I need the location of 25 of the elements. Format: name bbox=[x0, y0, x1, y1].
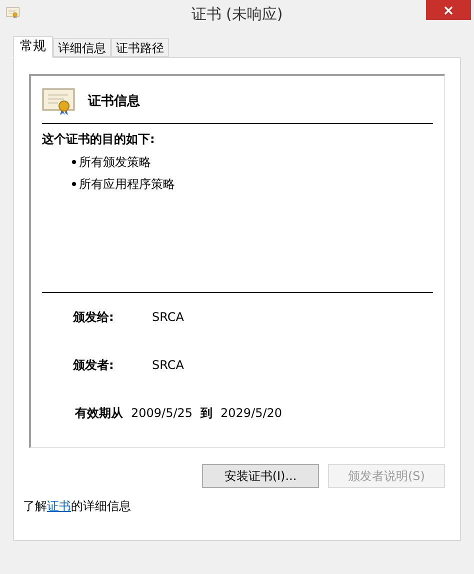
window-title: 证书 (未响应) bbox=[191, 4, 283, 25]
close-icon bbox=[444, 6, 453, 14]
close-button[interactable] bbox=[426, 0, 471, 20]
tab[interactable]: 证书路径 bbox=[111, 38, 169, 57]
dialog-button[interactable]: 安装证书(I)... bbox=[202, 464, 319, 488]
field-value: SRCA bbox=[152, 357, 184, 374]
valid-to-date: 2029/5/20 bbox=[220, 405, 282, 422]
tab[interactable]: 常规 bbox=[13, 36, 53, 58]
tab[interactable]: 详细信息 bbox=[53, 38, 111, 57]
section-title: 证书信息 bbox=[88, 92, 140, 111]
purpose-heading: 这个证书的目的如下: bbox=[42, 131, 156, 148]
validity-to-label: 到 bbox=[200, 405, 213, 422]
field-value: SRCA bbox=[152, 309, 184, 326]
certificate-icon bbox=[6, 7, 20, 19]
validity-label: 有效期从 bbox=[75, 405, 123, 422]
certificate-link[interactable]: 证书 bbox=[47, 499, 71, 513]
purpose-item: 所有颁发策略 bbox=[72, 153, 433, 171]
certificate-icon bbox=[42, 88, 76, 116]
valid-from-date: 2009/5/25 bbox=[131, 405, 193, 422]
field-label: 颁发者: bbox=[73, 357, 115, 374]
field-label: 颁发给: bbox=[73, 309, 115, 326]
bullet-icon bbox=[72, 182, 76, 186]
bullet-icon bbox=[72, 160, 76, 164]
purpose-item: 所有应用程序策略 bbox=[72, 175, 433, 193]
info-sentence: 了解证书的详细信息 bbox=[23, 498, 132, 515]
